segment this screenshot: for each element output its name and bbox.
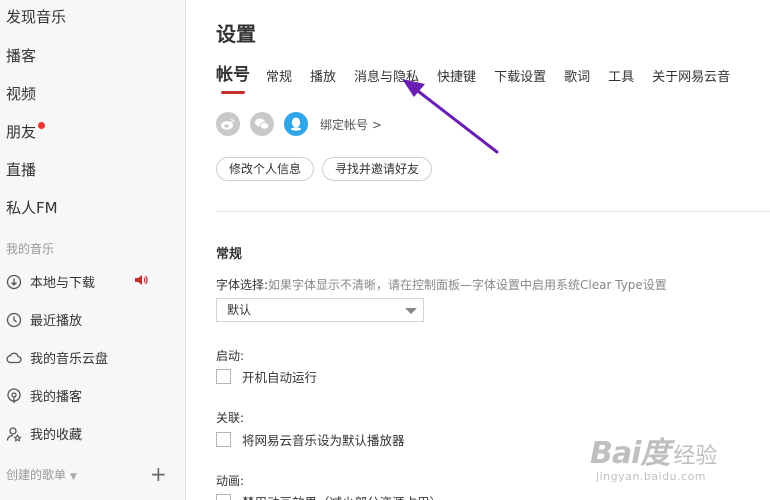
created-playlists-label[interactable]: 创建的歌单 ▼ <box>6 466 77 483</box>
tab-general[interactable]: 常规 <box>266 66 292 85</box>
created-playlists-text: 创建的歌单 <box>6 468 67 482</box>
watermark-logo: Bai度 <box>590 436 670 471</box>
tab-download-settings[interactable]: 下载设置 <box>494 66 546 85</box>
library-my-collection[interactable]: 我的收藏 <box>6 424 176 443</box>
tab-message-privacy[interactable]: 消息与隐私 <box>354 66 419 85</box>
animation-option-label: 禁用动画效果（减少部分资源占用） <box>242 492 442 500</box>
startup-option[interactable]: 开机自动运行 <box>216 367 317 386</box>
startup-checkbox[interactable] <box>216 369 231 384</box>
library-label: 我的收藏 <box>30 428 83 443</box>
font-select-value: 默认 <box>227 303 252 317</box>
library-label: 最近播放 <box>30 314 83 329</box>
tab-playback[interactable]: 播放 <box>310 66 336 85</box>
startup-label: 启动: <box>216 349 245 363</box>
animation-checkbox[interactable] <box>216 494 231 500</box>
wechat-icon[interactable] <box>250 112 274 136</box>
user-star-icon <box>6 426 22 442</box>
bind-account-link[interactable]: 绑定帐号 > <box>320 116 382 133</box>
association-label: 关联: <box>216 411 245 425</box>
nav-label: 视频 <box>6 85 37 103</box>
animation-label: 动画: <box>216 474 245 488</box>
tab-lyrics[interactable]: 歌词 <box>564 66 590 85</box>
tab-account[interactable]: 帐号 <box>216 60 250 94</box>
watermark-url: jingyan.baidu.com <box>596 470 707 483</box>
speaker-icon <box>135 275 148 285</box>
tab-tools[interactable]: 工具 <box>608 66 634 85</box>
font-select[interactable]: 默认 <box>216 298 424 322</box>
my-music-section-label: 我的音乐 <box>6 242 55 256</box>
nav-label: 发现音乐 <box>6 8 67 26</box>
association-checkbox[interactable] <box>216 432 231 447</box>
library-label: 我的音乐云盘 <box>30 352 109 367</box>
nav-label: 朋友 <box>6 123 37 141</box>
startup-option-label: 开机自动运行 <box>242 370 318 385</box>
library-local-download[interactable]: 本地与下载 <box>6 272 176 291</box>
download-icon <box>6 274 22 289</box>
podcast-icon <box>7 387 21 403</box>
nav-friends[interactable]: 朋友 <box>6 121 46 142</box>
font-label-text: 字体选择: <box>216 278 269 292</box>
animation-option[interactable]: 禁用动画效果（减少部分资源占用） <box>216 492 442 500</box>
nav-label: 播客 <box>6 47 37 65</box>
social-bind-row: 绑定帐号 > <box>216 112 382 136</box>
settings-panel: 设置 帐号 常规 播放 消息与隐私 快捷键 下载设置 歌词 工具 关于网易云音 … <box>187 0 770 500</box>
watermark-suffix: 经验 <box>673 444 718 469</box>
notification-dot <box>38 122 46 129</box>
library-label: 我的播客 <box>30 390 83 405</box>
settings-tabs: 帐号 常规 播放 消息与隐私 快捷键 下载设置 歌词 工具 关于网易云音 <box>216 60 748 94</box>
nav-discover-music[interactable]: 发现音乐 <box>6 6 66 27</box>
font-hint-text: 如果字体显示不清晰，请在控制面板—字体设置中启用系统Clear Type设置 <box>268 278 667 292</box>
nav-video[interactable]: 视频 <box>6 83 36 104</box>
nav-label: 直播 <box>6 161 37 179</box>
baidu-jingyan-watermark: Bai度 经验 jingyan.baidu.com <box>590 428 717 483</box>
page-title: 设置 <box>216 22 256 46</box>
library-my-podcast[interactable]: 我的播客 <box>6 386 176 405</box>
nav-personal-fm[interactable]: 私人FM <box>6 197 58 218</box>
association-option-label: 将网易云音乐设为默认播放器 <box>242 433 405 448</box>
edit-profile-button[interactable]: 修改个人信息 <box>216 157 315 181</box>
nav-label: 私人FM <box>6 199 58 217</box>
qq-icon[interactable] <box>284 112 308 136</box>
weibo-icon[interactable] <box>216 112 240 136</box>
general-section-title: 常规 <box>216 247 243 262</box>
clock-icon <box>6 312 22 327</box>
association-option[interactable]: 将网易云音乐设为默认播放器 <box>216 430 405 449</box>
nav-live[interactable]: 直播 <box>6 159 36 180</box>
tab-about[interactable]: 关于网易云音 <box>652 66 730 85</box>
library-label: 本地与下载 <box>30 276 96 291</box>
nav-podcast[interactable]: 播客 <box>6 45 36 66</box>
library-recent-play[interactable]: 最近播放 <box>6 310 176 329</box>
font-setting-label: 字体选择:如果字体显示不清晰，请在控制面板—字体设置中启用系统Clear Typ… <box>216 276 667 293</box>
section-divider <box>216 211 770 212</box>
find-friends-button[interactable]: 寻找并邀请好友 <box>322 157 433 181</box>
chevron-down-icon: ▼ <box>70 472 77 482</box>
dropdown-arrow-icon <box>405 308 417 314</box>
library-cloud-disk[interactable]: 我的音乐云盘 <box>6 348 176 367</box>
cloud-icon <box>6 352 22 363</box>
tab-shortcuts[interactable]: 快捷键 <box>437 66 476 85</box>
sidebar: 发现音乐 播客 视频 朋友 直播 私人FM 我的音乐 本地与下载 最近播放 我的… <box>0 0 186 500</box>
add-playlist-button[interactable]: + <box>150 464 167 484</box>
